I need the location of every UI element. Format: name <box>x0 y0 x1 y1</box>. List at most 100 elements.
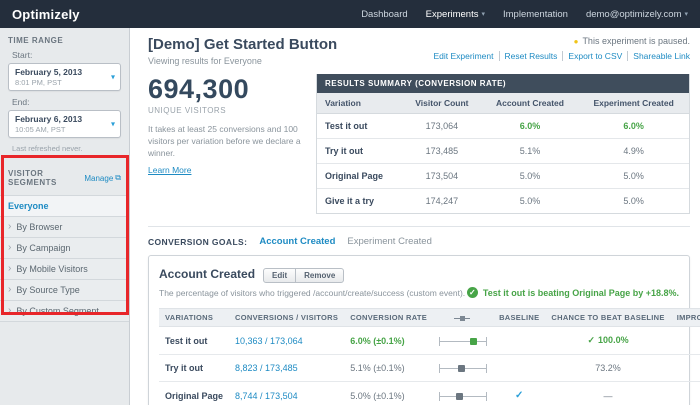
nav-dashboard[interactable]: Dashboard <box>361 9 407 20</box>
edit-goal-button[interactable]: Edit <box>263 268 296 283</box>
external-link-icon: ⧉ <box>115 173 121 183</box>
segment-list: Everyone ›By Browser › By Campaign › By Mo… <box>0 195 129 322</box>
chevron-right-icon: › <box>8 285 11 295</box>
export-csv-link[interactable]: Export to CSV <box>562 51 627 61</box>
variation-name: Try it out <box>159 355 229 382</box>
success-check-icon: ✓ <box>467 287 478 298</box>
nav-items: Dashboard Experiments▾ Implementation de… <box>361 9 688 20</box>
edit-experiment-link[interactable]: Edit Experiment <box>429 51 499 61</box>
learn-more-link[interactable]: Learn More <box>148 165 191 175</box>
slider-marker <box>458 365 465 372</box>
visitor-segments-title: VISITOR SEGMENTS <box>8 169 84 187</box>
shareable-link[interactable]: Shareable Link <box>627 51 690 61</box>
caret-down-icon: ▾ <box>481 10 485 18</box>
segment-item-by-custom-segment[interactable]: ›By Custom Segment <box>0 301 129 322</box>
optimizely-logo[interactable]: Optimizely <box>12 7 80 22</box>
col-variation: Variation <box>317 93 402 114</box>
visitor-count: 173,485 <box>402 139 482 164</box>
table-row: Original Page 173,504 5.0% 5.0% <box>317 164 689 189</box>
conversions-visitors[interactable]: 8,823 / 173,485 <box>229 355 344 382</box>
nav-account-menu[interactable]: demo@optimizely.com▾ <box>586 9 688 20</box>
unique-visitors-count: 694,300 <box>148 74 304 105</box>
col-experiment-created: Experiment Created <box>578 93 689 114</box>
chevron-right-icon: › <box>8 306 11 316</box>
segment-label: Everyone <box>8 201 49 211</box>
segment-label: By Campaign <box>16 243 70 253</box>
paused-text: This experiment is paused. <box>582 36 690 46</box>
account-created-rate: 5.0% <box>482 189 579 214</box>
col-visitor-count: Visitor Count <box>402 93 482 114</box>
last-refreshed-text: Last refreshed never. <box>12 144 121 153</box>
variation-name: Give it a try <box>317 189 402 214</box>
segment-item-by-browser[interactable]: ›By Browser <box>0 217 129 238</box>
app-window: Optimizely Dashboard Experiments▾ Implem… <box>0 0 700 405</box>
nav-experiments[interactable]: Experiments▾ <box>426 9 485 20</box>
sidebar: TIME RANGE Start: February 5, 2013 8:01 … <box>0 28 130 405</box>
table-row: Original Page 8,744 / 173,504 5.0% (±0.1… <box>159 382 700 405</box>
baseline-cell <box>493 327 545 355</box>
confidence-interval-slider <box>439 364 487 373</box>
table-row: Test it out 10,363 / 173,064 6.0% (±0.1%… <box>159 327 700 355</box>
nav-implementation[interactable]: Implementation <box>503 9 568 20</box>
improvement-value: +0.9% <box>671 355 700 382</box>
reset-results-link[interactable]: Reset Results <box>499 51 563 61</box>
variation-name: Original Page <box>159 382 229 405</box>
confidence-interval-slider <box>439 392 487 401</box>
segment-item-everyone[interactable]: Everyone <box>0 196 129 217</box>
conversion-rate: 5.0% (±0.1%) <box>344 382 433 405</box>
main-content: [Demo] Get Started Button Viewing result… <box>130 28 700 405</box>
col-account-created: Account Created <box>482 93 579 114</box>
conversion-goals-label: CONVERSION GOALS: <box>148 237 247 247</box>
tab-experiment-created[interactable]: Experiment Created <box>347 236 431 247</box>
goal-results-table: VARIATIONS CONVERSIONS / VISITORS CONVER… <box>159 308 700 405</box>
experiment-created-rate: 5.0% <box>578 189 689 214</box>
segment-item-by-campaign[interactable]: › By Campaign <box>0 238 129 259</box>
visitor-count: 173,064 <box>402 114 482 139</box>
visitor-count: 174,247 <box>402 189 482 214</box>
paused-dot-icon: ● <box>574 37 579 46</box>
manage-segments-link[interactable]: Manage⧉ <box>84 173 121 183</box>
chance-to-beat-cell: 73.2% <box>545 355 670 382</box>
experiment-created-rate: 4.9% <box>578 139 689 164</box>
start-date-value: February 5, 2013 <box>15 67 106 77</box>
col-improvement: IMPROVEMENT <box>671 309 700 327</box>
table-row: Give it a try 174,247 5.0% 5.0% <box>317 189 689 214</box>
caret-down-icon: ▾ <box>111 120 115 129</box>
end-date-dropdown[interactable]: February 6, 2013 10:05 AM, PST ▾ <box>8 110 121 138</box>
conversion-rate: 5.1% (±0.1%) <box>344 355 433 382</box>
caret-down-icon: ▾ <box>684 10 688 18</box>
col-conversions-visitors: CONVERSIONS / VISITORS <box>229 309 344 327</box>
conversions-visitors[interactable]: 10,363 / 173,064 <box>229 327 344 355</box>
chevron-right-icon: › <box>8 243 11 253</box>
chevron-right-icon: › <box>8 264 11 274</box>
experiment-subtitle: Viewing results for Everyone <box>148 56 337 66</box>
tab-account-created[interactable]: Account Created <box>259 236 335 247</box>
slider-marker <box>456 393 463 400</box>
segment-item-by-mobile-visitors[interactable]: › By Mobile Visitors <box>0 259 129 280</box>
conversions-visitors[interactable]: 8,744 / 173,504 <box>229 382 344 405</box>
nav-implementation-label: Implementation <box>503 9 568 20</box>
segment-item-by-source-type[interactable]: ›By Source Type <box>0 280 129 301</box>
segment-label: By Mobile Visitors <box>16 264 87 274</box>
winner-note: It takes at least 25 conversions and 100… <box>148 124 304 160</box>
chance-to-beat-cell: — <box>545 382 670 405</box>
end-time-value: 10:05 AM, PST <box>15 125 106 134</box>
remove-goal-button[interactable]: Remove <box>295 268 344 283</box>
account-created-rate: 5.1% <box>482 139 579 164</box>
time-range-title: TIME RANGE <box>8 36 121 45</box>
table-row: Try it out 173,485 5.1% 4.9% <box>317 139 689 164</box>
chance-value: — <box>604 391 613 401</box>
results-summary-panel: RESULTS SUMMARY (CONVERSION RATE) Variat… <box>316 74 690 214</box>
conversion-rate: 6.0% (±0.1%) <box>344 327 433 355</box>
visitor-count: 173,504 <box>402 164 482 189</box>
nav-dashboard-label: Dashboard <box>361 9 407 20</box>
unique-visitors-panel: 694,300 UNIQUE VISITORS It takes at leas… <box>148 74 316 214</box>
unique-visitors-label: UNIQUE VISITORS <box>148 106 304 115</box>
col-baseline: BASELINE <box>493 309 545 327</box>
table-row: Test it out 173,064 6.0% 6.0% <box>317 114 689 139</box>
confidence-interval-slider <box>439 337 487 346</box>
start-date-dropdown[interactable]: February 5, 2013 8:01 PM, PST ▾ <box>8 63 121 91</box>
goal-description: The percentage of visitors who triggered… <box>159 288 465 298</box>
end-date-value: February 6, 2013 <box>15 114 106 124</box>
goal-title: Account Created <box>159 267 255 281</box>
